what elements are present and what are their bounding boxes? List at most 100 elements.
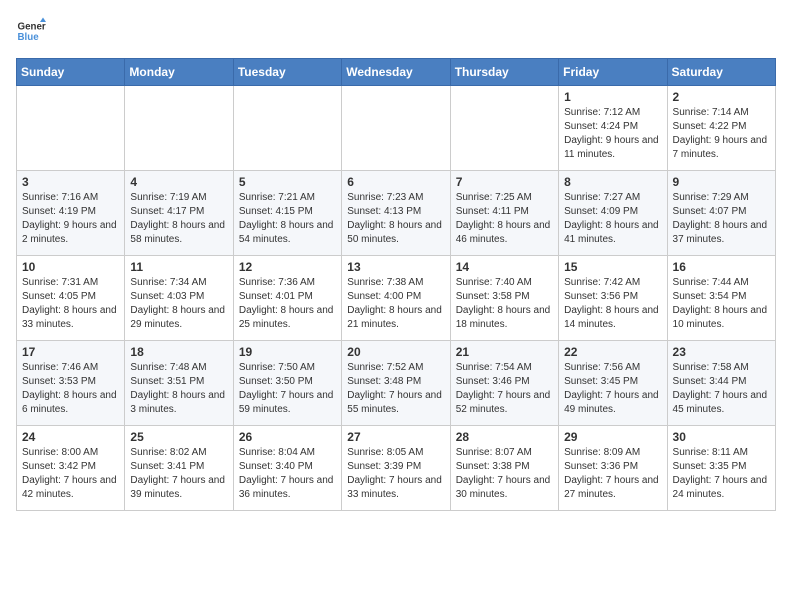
calendar-cell: 21Sunrise: 7:54 AM Sunset: 3:46 PM Dayli… <box>450 341 558 426</box>
day-number: 21 <box>456 345 553 359</box>
day-info: Sunrise: 7:50 AM Sunset: 3:50 PM Dayligh… <box>239 361 336 417</box>
day-info: Sunrise: 7:12 AM Sunset: 4:24 PM Dayligh… <box>564 106 661 162</box>
day-info: Sunrise: 8:04 AM Sunset: 3:40 PM Dayligh… <box>239 446 336 502</box>
calendar-cell: 30 Sunrise: 8:11 AM Sunset: 3:35 PM Dayli… <box>667 426 775 511</box>
week-row-3: 17 Sunrise: 7:46 AM Sunset: 3:53 PM Dayli… <box>17 341 776 426</box>
day-info: Sunrise: 7:44 AM Sunset: 3:54 PM Dayligh… <box>673 276 770 332</box>
day-info: Sunrise: 8:11 AM Sunset: 3:35 PM Dayligh… <box>673 446 770 502</box>
day-info: Sunrise: 7:14 AM Sunset: 4:22 PM Dayligh… <box>673 106 770 162</box>
day-info: Sunrise: 7:25 AM Sunset: 4:11 PM Dayligh… <box>456 191 553 247</box>
header-monday: Monday <box>125 59 233 86</box>
day-number: 3 <box>22 175 119 189</box>
day-info: Sunrise: 7:29 AM Sunset: 4:07 PM Dayligh… <box>673 191 770 247</box>
header-friday: Friday <box>559 59 667 86</box>
calendar-cell <box>450 86 558 171</box>
header-saturday: Saturday <box>667 59 775 86</box>
day-info: Sunrise: 7:38 AM Sunset: 4:00 PM Dayligh… <box>347 276 444 332</box>
day-info: Sunrise: 7:48 AM Sunset: 3:51 PM Dayligh… <box>130 361 227 417</box>
day-number: 12 <box>239 260 336 274</box>
day-number: 30 <box>673 430 770 444</box>
calendar-cell: 19 Sunrise: 7:50 AM Sunset: 3:50 PM Dayli… <box>233 341 341 426</box>
calendar-cell: 11Sunrise: 7:34 AM Sunset: 4:03 PM Dayli… <box>125 256 233 341</box>
calendar-cell: 4Sunrise: 7:19 AM Sunset: 4:17 PM Daylig… <box>125 171 233 256</box>
day-number: 22 <box>564 345 661 359</box>
day-number: 19 <box>239 345 336 359</box>
calendar-cell: 27 Sunrise: 8:05 AM Sunset: 3:39 PM Dayli… <box>342 426 450 511</box>
calendar-cell: 9 Sunrise: 7:29 AM Sunset: 4:07 PM Daylig… <box>667 171 775 256</box>
calendar-cell: 16 Sunrise: 7:44 AM Sunset: 3:54 PM Dayli… <box>667 256 775 341</box>
header-tuesday: Tuesday <box>233 59 341 86</box>
day-number: 15 <box>564 260 661 274</box>
calendar-header-row: SundayMondayTuesdayWednesdayThursdayFrid… <box>17 59 776 86</box>
header-thursday: Thursday <box>450 59 558 86</box>
calendar-cell: 22 Sunrise: 7:56 AM Sunset: 3:45 PM Dayli… <box>559 341 667 426</box>
calendar-cell: 2 Sunrise: 7:14 AM Sunset: 4:22 PM Daylig… <box>667 86 775 171</box>
calendar-cell: 14 Sunrise: 7:40 AM Sunset: 3:58 PM Dayli… <box>450 256 558 341</box>
day-info: Sunrise: 7:31 AM Sunset: 4:05 PM Dayligh… <box>22 276 119 332</box>
day-number: 5 <box>239 175 336 189</box>
day-info: Sunrise: 7:23 AM Sunset: 4:13 PM Dayligh… <box>347 191 444 247</box>
calendar-cell: 13Sunrise: 7:38 AM Sunset: 4:00 PM Dayli… <box>342 256 450 341</box>
day-info: Sunrise: 7:19 AM Sunset: 4:17 PM Dayligh… <box>130 191 227 247</box>
calendar-cell: 10 Sunrise: 7:31 AM Sunset: 4:05 PM Dayli… <box>17 256 125 341</box>
day-number: 29 <box>564 430 661 444</box>
logo-icon: General Blue <box>16 16 46 46</box>
day-number: 26 <box>239 430 336 444</box>
day-info: Sunrise: 7:42 AM Sunset: 3:56 PM Dayligh… <box>564 276 661 332</box>
calendar-cell: 20 Sunrise: 7:52 AM Sunset: 3:48 PM Dayli… <box>342 341 450 426</box>
calendar-cell: 23 Sunrise: 7:58 AM Sunset: 3:44 PM Dayli… <box>667 341 775 426</box>
calendar-cell: 17 Sunrise: 7:46 AM Sunset: 3:53 PM Dayli… <box>17 341 125 426</box>
day-number: 28 <box>456 430 553 444</box>
day-number: 8 <box>564 175 661 189</box>
week-row-1: 3Sunrise: 7:16 AM Sunset: 4:19 PM Daylig… <box>17 171 776 256</box>
calendar-cell: 15 Sunrise: 7:42 AM Sunset: 3:56 PM Dayli… <box>559 256 667 341</box>
calendar-cell: 24Sunrise: 8:00 AM Sunset: 3:42 PM Dayli… <box>17 426 125 511</box>
calendar-table: SundayMondayTuesdayWednesdayThursdayFrid… <box>16 58 776 511</box>
header-sunday: Sunday <box>17 59 125 86</box>
day-info: Sunrise: 7:21 AM Sunset: 4:15 PM Dayligh… <box>239 191 336 247</box>
day-number: 17 <box>22 345 119 359</box>
day-info: Sunrise: 8:09 AM Sunset: 3:36 PM Dayligh… <box>564 446 661 502</box>
page-header: General Blue <box>16 16 776 46</box>
day-info: Sunrise: 7:46 AM Sunset: 3:53 PM Dayligh… <box>22 361 119 417</box>
calendar-cell: 3Sunrise: 7:16 AM Sunset: 4:19 PM Daylig… <box>17 171 125 256</box>
day-number: 18 <box>130 345 227 359</box>
calendar-cell <box>17 86 125 171</box>
week-row-2: 10 Sunrise: 7:31 AM Sunset: 4:05 PM Dayli… <box>17 256 776 341</box>
day-number: 14 <box>456 260 553 274</box>
calendar-cell <box>342 86 450 171</box>
week-row-4: 24Sunrise: 8:00 AM Sunset: 3:42 PM Dayli… <box>17 426 776 511</box>
calendar-cell <box>233 86 341 171</box>
day-info: Sunrise: 8:00 AM Sunset: 3:42 PM Dayligh… <box>22 446 119 502</box>
day-number: 11 <box>130 260 227 274</box>
day-info: Sunrise: 7:58 AM Sunset: 3:44 PM Dayligh… <box>673 361 770 417</box>
day-number: 27 <box>347 430 444 444</box>
day-number: 20 <box>347 345 444 359</box>
calendar-cell: 12 Sunrise: 7:36 AM Sunset: 4:01 PM Dayli… <box>233 256 341 341</box>
day-info: Sunrise: 7:52 AM Sunset: 3:48 PM Dayligh… <box>347 361 444 417</box>
logo: General Blue <box>16 16 46 46</box>
day-number: 6 <box>347 175 444 189</box>
day-number: 16 <box>673 260 770 274</box>
svg-text:General: General <box>18 22 47 33</box>
day-number: 10 <box>22 260 119 274</box>
day-info: Sunrise: 8:05 AM Sunset: 3:39 PM Dayligh… <box>347 446 444 502</box>
calendar-cell: 26 Sunrise: 8:04 AM Sunset: 3:40 PM Dayli… <box>233 426 341 511</box>
week-row-0: 1Sunrise: 7:12 AM Sunset: 4:24 PM Daylig… <box>17 86 776 171</box>
day-info: Sunrise: 7:36 AM Sunset: 4:01 PM Dayligh… <box>239 276 336 332</box>
calendar-cell <box>125 86 233 171</box>
calendar-cell: 6 Sunrise: 7:23 AM Sunset: 4:13 PM Daylig… <box>342 171 450 256</box>
calendar-cell: 7Sunrise: 7:25 AM Sunset: 4:11 PM Daylig… <box>450 171 558 256</box>
day-info: Sunrise: 7:56 AM Sunset: 3:45 PM Dayligh… <box>564 361 661 417</box>
day-number: 25 <box>130 430 227 444</box>
day-info: Sunrise: 7:40 AM Sunset: 3:58 PM Dayligh… <box>456 276 553 332</box>
day-info: Sunrise: 8:07 AM Sunset: 3:38 PM Dayligh… <box>456 446 553 502</box>
day-info: Sunrise: 7:27 AM Sunset: 4:09 PM Dayligh… <box>564 191 661 247</box>
calendar-cell: 25Sunrise: 8:02 AM Sunset: 3:41 PM Dayli… <box>125 426 233 511</box>
svg-text:Blue: Blue <box>18 32 40 43</box>
day-number: 9 <box>673 175 770 189</box>
day-number: 23 <box>673 345 770 359</box>
header-wednesday: Wednesday <box>342 59 450 86</box>
day-number: 2 <box>673 90 770 104</box>
calendar-cell: 8 Sunrise: 7:27 AM Sunset: 4:09 PM Daylig… <box>559 171 667 256</box>
